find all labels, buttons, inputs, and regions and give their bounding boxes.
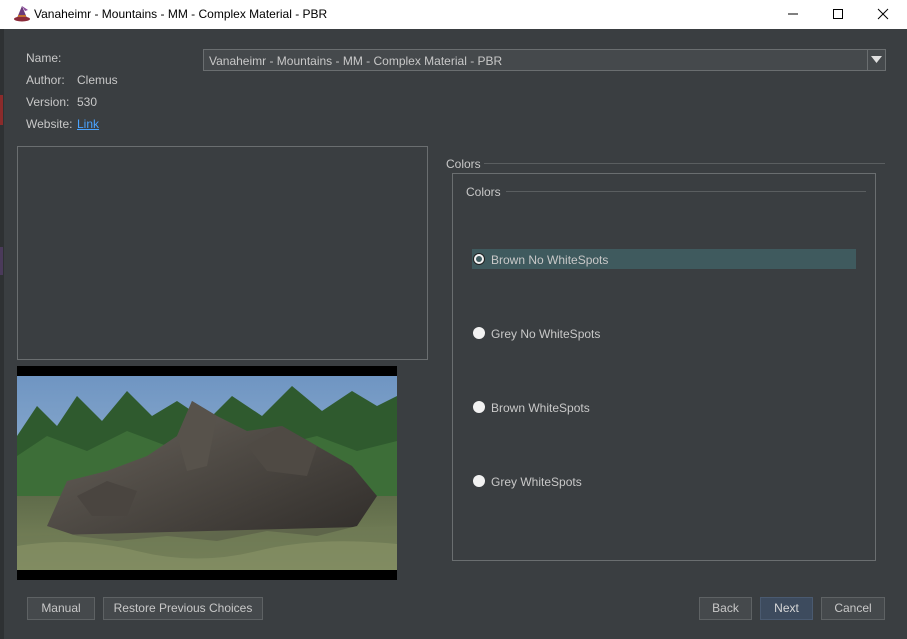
author-value: Clemus [77,73,118,87]
version-value: 530 [77,95,98,109]
website-label: Website: [26,117,73,131]
cancel-button[interactable]: Cancel [821,597,885,620]
radio-option-brown-whitespots[interactable]: Brown WhiteSpots [472,397,856,417]
dropdown-button[interactable] [867,50,885,70]
website-link[interactable]: Link [77,117,99,131]
radio-label: Grey No WhiteSpots [491,327,601,341]
radio-option-grey-whitespots[interactable]: Grey WhiteSpots [472,471,856,491]
window-edge [0,29,4,639]
group-outer-label: Colors [446,157,481,171]
radio-label: Brown WhiteSpots [491,401,590,415]
radio-option-grey-no-whitespots[interactable]: Grey No WhiteSpots [472,323,856,343]
edge-mark [0,247,3,275]
colors-group-box [452,173,876,561]
radio-button[interactable] [473,327,485,339]
group-divider [506,191,866,192]
author-label: Author: [26,73,65,87]
window-title: Vanaheimr - Mountains - MM - Complex Mat… [34,7,328,21]
name-select-value: Vanaheimr - Mountains - MM - Complex Mat… [209,54,503,68]
close-button[interactable] [860,0,906,29]
radio-option-brown-no-whitespots[interactable]: Brown No WhiteSpots [472,249,856,269]
radio-button-checked[interactable] [473,253,485,265]
name-label: Name: [26,51,62,65]
manual-button[interactable]: Manual [27,597,95,620]
group-inner-label: Colors [466,185,501,199]
title-bar: Vanaheimr - Mountains - MM - Complex Mat… [0,0,907,29]
chevron-down-icon [871,56,882,63]
wizard-hat-icon [13,5,31,23]
preview-image [17,366,397,580]
radio-label: Grey WhiteSpots [491,475,582,489]
edge-mark [0,95,3,125]
group-divider [484,163,885,164]
close-icon [877,8,889,20]
minimize-icon [788,13,798,15]
version-label: Version: [26,95,70,109]
radio-label: Brown No WhiteSpots [491,253,609,267]
next-button[interactable]: Next [760,597,813,620]
minimize-button[interactable] [770,0,816,29]
name-select[interactable]: Vanaheimr - Mountains - MM - Complex Mat… [203,49,886,71]
description-box [17,146,428,360]
maximize-button[interactable] [815,0,861,29]
maximize-icon [833,9,843,19]
radio-button[interactable] [473,475,485,487]
radio-button[interactable] [473,401,485,413]
back-button[interactable]: Back [699,597,752,620]
restore-previous-choices-button[interactable]: Restore Previous Choices [103,597,263,620]
